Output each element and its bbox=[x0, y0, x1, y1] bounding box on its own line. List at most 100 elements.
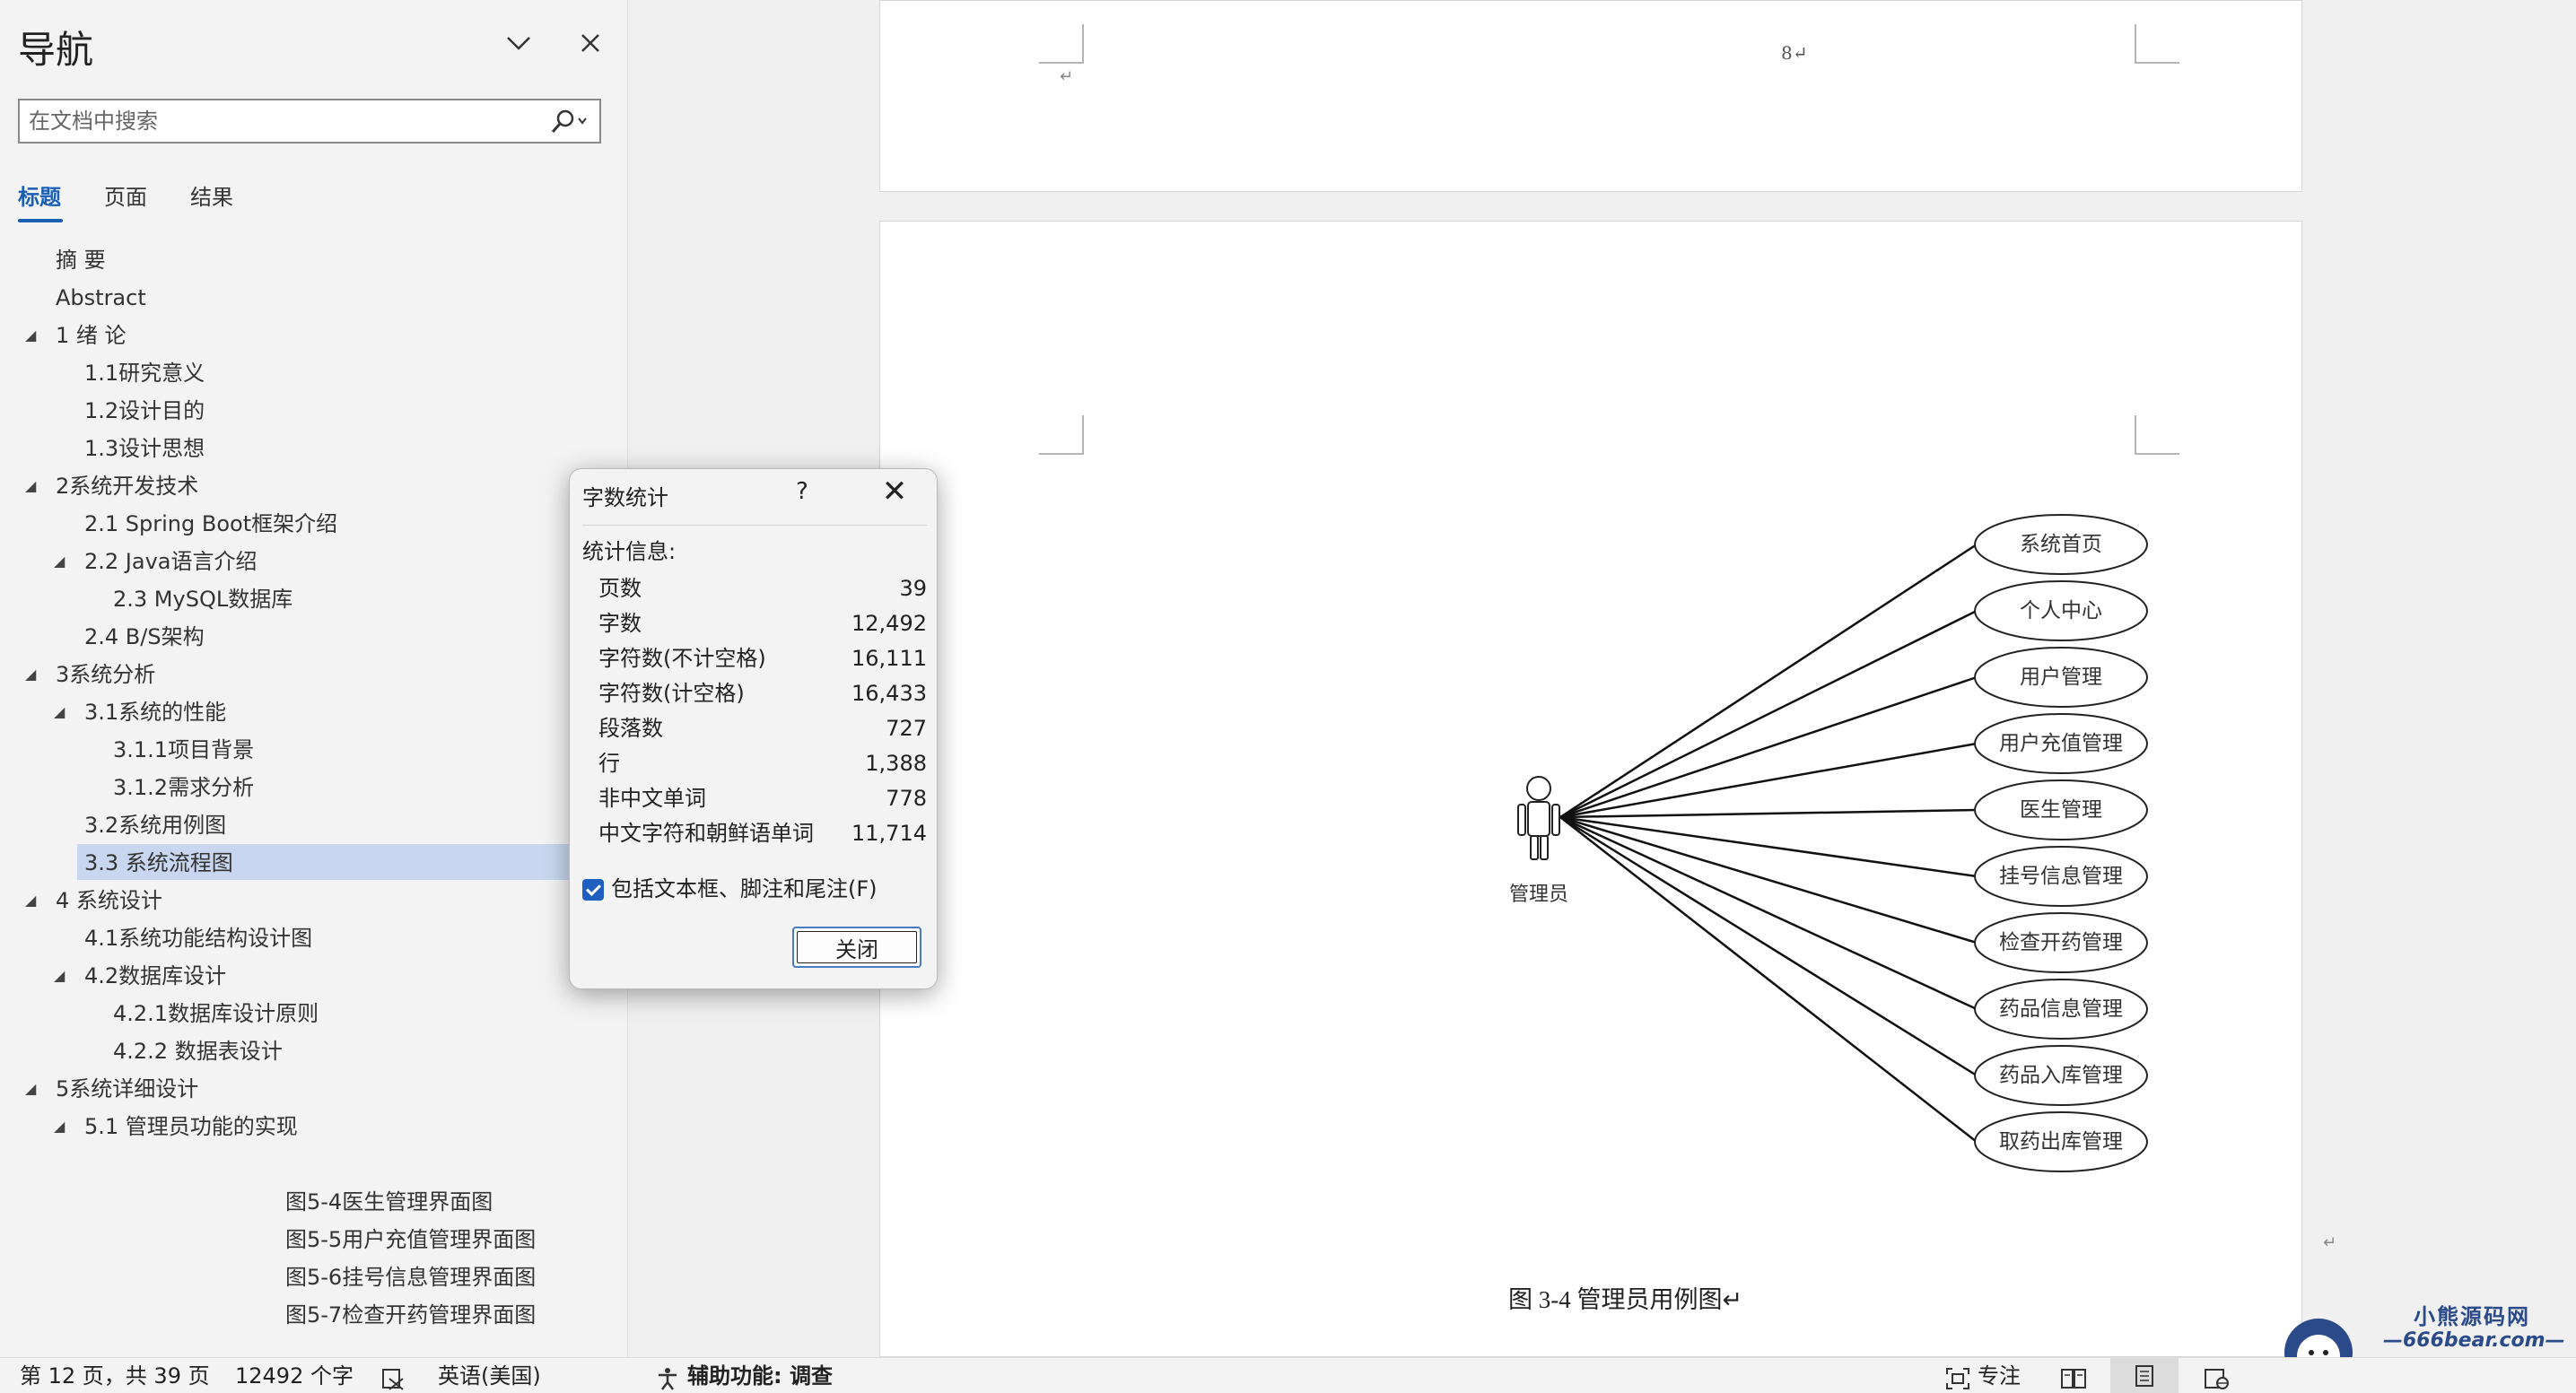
heading-item[interactable]: 4.2数据库设计 bbox=[84, 958, 226, 994]
navigation-pane: 导航 标题 页面 结果 摘 要Abstract ◢ 1 绪 论1.1研究意义1.2设… bbox=[0, 0, 628, 1357]
collapse-triangle-icon[interactable]: ◢ bbox=[54, 958, 65, 994]
tab-headings[interactable]: 标题 bbox=[18, 179, 61, 211]
stat-row: 段落数 727 bbox=[598, 711, 927, 745]
use-case-label: 药品入库管理 bbox=[1999, 1064, 2123, 1086]
nav-close-icon[interactable] bbox=[571, 23, 610, 63]
actor-label: 管理员 bbox=[1508, 883, 1568, 905]
figure-heading-item[interactable]: 图5-5用户充值管理界面图 bbox=[285, 1222, 536, 1258]
stat-value: 727 bbox=[886, 716, 927, 741]
stat-row: 非中文单词 778 bbox=[598, 781, 927, 815]
heading-item[interactable]: 1.2设计目的 bbox=[84, 393, 205, 429]
print-layout-button[interactable] bbox=[2110, 1358, 2179, 1393]
association-lines bbox=[1559, 543, 1978, 1143]
figure-heading-item[interactable]: 图5-7检查开药管理界面图 bbox=[285, 1297, 536, 1333]
checkbox-checked-icon[interactable] bbox=[582, 879, 604, 901]
stat-value: 16,111 bbox=[851, 646, 927, 671]
stat-value: 1,388 bbox=[865, 751, 927, 776]
divider bbox=[582, 525, 927, 526]
collapse-triangle-icon[interactable]: ◢ bbox=[25, 318, 36, 353]
heading-item[interactable]: 3.1.1项目背景 bbox=[113, 732, 254, 768]
checkbox-label: 包括文本框、脚注和尾注(F) bbox=[611, 876, 878, 901]
heading-item[interactable]: 3.1.2需求分析 bbox=[113, 770, 254, 805]
association-line bbox=[1559, 815, 1978, 945]
tab-results[interactable]: 结果 bbox=[190, 179, 233, 211]
heading-item[interactable]: 4.1系统功能结构设计图 bbox=[84, 920, 312, 956]
web-layout-icon[interactable] bbox=[2204, 1365, 2231, 1389]
heading-item[interactable]: 5系统详细设计 bbox=[56, 1071, 198, 1107]
stat-row: 页数 39 bbox=[598, 571, 927, 605]
proofing-book-icon[interactable] bbox=[380, 1365, 407, 1390]
use-case-label: 取药出库管理 bbox=[1999, 1130, 2123, 1153]
association-line bbox=[1559, 675, 1978, 819]
heading-item[interactable]: 4 系统设计 bbox=[56, 883, 162, 919]
print-layout-icon bbox=[2135, 1365, 2153, 1387]
language-indicator[interactable]: 英语(美国) bbox=[438, 1358, 541, 1393]
stat-value: 16,433 bbox=[851, 681, 927, 706]
close-button[interactable]: 关闭 bbox=[792, 927, 921, 968]
paragraph-mark: ↵ bbox=[1060, 67, 1074, 86]
heading-item[interactable]: 4.2.2 数据表设计 bbox=[113, 1033, 283, 1069]
collapse-triangle-icon[interactable]: ◢ bbox=[54, 694, 65, 730]
heading-item[interactable]: 4.2.1数据库设计原则 bbox=[113, 996, 319, 1032]
heading-item[interactable]: 1 绪 论 bbox=[56, 318, 127, 353]
nav-search-box[interactable] bbox=[18, 99, 601, 144]
search-input[interactable] bbox=[29, 108, 549, 135]
tab-pages[interactable]: 页面 bbox=[104, 179, 147, 211]
use-case-label: 医生管理 bbox=[2020, 798, 2102, 821]
read-mode-icon[interactable] bbox=[2060, 1365, 2087, 1389]
figure-heading-item[interactable]: 图5-6挂号信息管理界面图 bbox=[285, 1259, 536, 1295]
association-line bbox=[1559, 808, 1978, 819]
heading-item[interactable]: 2系统开发技术 bbox=[56, 468, 198, 504]
stat-label: 非中文单词 bbox=[598, 786, 706, 811]
stat-row: 行 1,388 bbox=[598, 746, 927, 780]
search-icon[interactable] bbox=[549, 108, 590, 136]
collapse-triangle-icon[interactable]: ◢ bbox=[54, 1109, 65, 1145]
heading-item[interactable]: 2.4 B/S架构 bbox=[84, 619, 205, 655]
page-9: 管理员 系统首页 个人中心 用户管理 用户充值管理 医生管理 挂号信息管理 检查开药管理 药品… bbox=[879, 221, 2336, 1357]
association-line bbox=[1559, 609, 1978, 819]
collapse-triangle-icon[interactable]: ◢ bbox=[25, 883, 36, 919]
heading-item[interactable]: 2.2 Java语言介绍 bbox=[84, 544, 258, 579]
stat-label: 段落数 bbox=[598, 716, 663, 741]
figure-heading-item[interactable]: 图5-4医生管理界面图 bbox=[285, 1184, 493, 1220]
heading-item[interactable]: 1.1研究意义 bbox=[84, 355, 205, 391]
stat-label: 行 bbox=[598, 751, 620, 776]
word-count-indicator[interactable]: 12492 个字 bbox=[235, 1358, 354, 1393]
stat-label: 字符数(计空格) bbox=[598, 681, 745, 706]
heading-item[interactable]: 3系统分析 bbox=[56, 657, 155, 692]
heading-item[interactable]: 3.2系统用例图 bbox=[84, 807, 226, 843]
page-number: 8↵ bbox=[1781, 42, 1808, 64]
page-indicator[interactable]: 第 12 页，共 39 页 bbox=[20, 1358, 210, 1393]
dialog-close-icon[interactable]: ✕ bbox=[875, 473, 914, 512]
heading-item[interactable]: Abstract bbox=[56, 280, 146, 316]
heading-item[interactable]: 摘 要 bbox=[56, 242, 106, 278]
collapse-triangle-icon[interactable]: ◢ bbox=[25, 468, 36, 504]
heading-item[interactable]: 3.1系统的性能 bbox=[84, 694, 226, 730]
close-button-label: 关闭 bbox=[797, 931, 917, 963]
help-icon[interactable]: ? bbox=[796, 478, 808, 505]
collapse-triangle-icon[interactable]: ◢ bbox=[25, 1071, 36, 1107]
heading-item[interactable]: 2.1 Spring Boot框架介绍 bbox=[84, 506, 337, 542]
stat-label: 页数 bbox=[598, 576, 642, 601]
dialog-title: 字数统计 bbox=[582, 485, 668, 510]
use-case-label: 挂号信息管理 bbox=[1999, 865, 2123, 887]
watermark-name: 小熊源码网 bbox=[2414, 1304, 2530, 1329]
heading-item-selected[interactable]: 3.3 系统流程图 bbox=[84, 845, 233, 881]
collapse-triangle-icon[interactable]: ◢ bbox=[54, 544, 65, 579]
page-corner-mark bbox=[1039, 24, 1084, 64]
stat-value: 778 bbox=[886, 786, 927, 811]
association-line bbox=[1559, 815, 1978, 1077]
stat-row: 字数 12,492 bbox=[598, 606, 927, 640]
accessibility-icon[interactable] bbox=[655, 1365, 680, 1390]
use-case-label: 用户充值管理 bbox=[1999, 732, 2123, 754]
collapse-triangle-icon[interactable]: ◢ bbox=[25, 657, 36, 692]
accessibility-indicator[interactable]: 辅助功能: 调查 bbox=[687, 1358, 833, 1393]
use-case-label: 药品信息管理 bbox=[1999, 997, 2123, 1020]
heading-item[interactable]: 1.3设计思想 bbox=[84, 431, 205, 466]
focus-mode-button[interactable]: 专注 bbox=[1978, 1358, 2021, 1393]
nav-options-chevron-icon[interactable] bbox=[499, 23, 538, 63]
focus-icon[interactable] bbox=[1945, 1365, 1970, 1389]
include-textboxes-checkbox[interactable]: 包括文本框、脚注和尾注(F) bbox=[582, 873, 878, 905]
heading-item[interactable]: 5.1 管理员功能的实现 bbox=[84, 1109, 298, 1145]
heading-item[interactable]: 2.3 MySQL数据库 bbox=[113, 581, 293, 617]
